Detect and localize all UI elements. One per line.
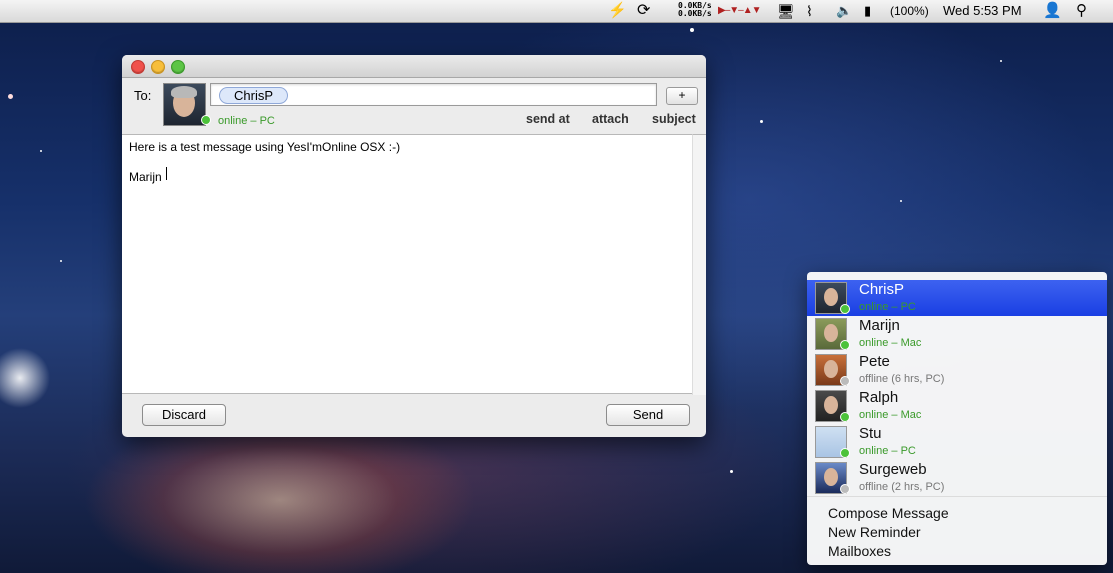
net-download: 0.0KB/s bbox=[678, 9, 712, 18]
contact-name: Pete bbox=[859, 353, 890, 370]
close-button[interactable] bbox=[131, 60, 145, 74]
message-line: Here is a test message using YesI'mOnlin… bbox=[129, 140, 401, 154]
sync-icon[interactable]: ⟳ bbox=[637, 0, 650, 22]
spotlight-search-icon[interactable]: ⚲ bbox=[1076, 0, 1087, 22]
mailboxes-item[interactable]: Mailboxes bbox=[828, 543, 891, 559]
contact-status: online – PC bbox=[859, 301, 916, 313]
star-decoration bbox=[8, 94, 13, 99]
star-decoration bbox=[1000, 60, 1002, 62]
to-label: To: bbox=[134, 88, 152, 103]
contacts-menu: ChrisP online – PC Marijn online – Mac Pete o… bbox=[807, 272, 1107, 565]
star-decoration bbox=[690, 28, 694, 32]
offline-clock-icon bbox=[840, 484, 850, 494]
activity-graph-icon[interactable]: ▶–▼–▲▼ bbox=[718, 0, 762, 22]
offline-clock-icon bbox=[840, 376, 850, 386]
user-icon[interactable]: 👤 bbox=[1043, 0, 1062, 22]
subject-link[interactable]: subject bbox=[652, 112, 696, 126]
contact-status: online – PC bbox=[859, 445, 916, 457]
online-status-icon bbox=[840, 448, 850, 458]
online-status-icon bbox=[840, 412, 850, 422]
volume-icon[interactable]: 🔈 bbox=[836, 0, 852, 22]
network-monitor[interactable]: 0.0KB/s 0.0KB/s bbox=[678, 2, 712, 18]
contact-row[interactable]: Stu online – PC bbox=[807, 424, 1107, 460]
star-decoration bbox=[40, 150, 42, 152]
star-decoration bbox=[60, 260, 62, 262]
lightning-icon[interactable]: ⚡ bbox=[608, 0, 627, 22]
message-line: Marijn bbox=[129, 170, 162, 184]
attach-link[interactable]: attach bbox=[592, 112, 629, 126]
discard-button[interactable]: Discard bbox=[142, 404, 226, 426]
contact-status: offline (6 hrs, PC) bbox=[859, 373, 945, 385]
new-reminder-item[interactable]: New Reminder bbox=[828, 524, 921, 540]
battery-percent[interactable]: (100%) bbox=[890, 0, 929, 22]
contact-row[interactable]: Marijn online – Mac bbox=[807, 316, 1107, 352]
text-caret bbox=[166, 167, 167, 180]
send-button[interactable]: Send bbox=[606, 404, 690, 426]
contact-row[interactable]: Ralph online – Mac bbox=[807, 388, 1107, 424]
add-recipient-button[interactable]: + bbox=[666, 87, 698, 105]
menu-bar: ⚡ ⟳ 0.0KB/s 0.0KB/s ▶–▼–▲▼ 🖥 ⌇ 🔈 ▮ (100%… bbox=[0, 0, 1113, 23]
window-titlebar[interactable] bbox=[122, 55, 706, 78]
recipient-token[interactable]: ChrisP bbox=[219, 87, 289, 104]
contact-row[interactable]: Surgeweb offline (2 hrs, PC) bbox=[807, 460, 1107, 496]
star-decoration bbox=[730, 470, 733, 473]
compose-message-item[interactable]: Compose Message bbox=[828, 505, 949, 521]
message-body[interactable]: Here is a test message using YesI'mOnlin… bbox=[122, 134, 692, 394]
contact-row[interactable]: Pete offline (6 hrs, PC) bbox=[807, 352, 1107, 388]
send-at-link[interactable]: send at bbox=[526, 112, 570, 126]
message-scrollbar[interactable] bbox=[692, 134, 706, 395]
star-decoration bbox=[760, 120, 763, 123]
contact-row[interactable]: ChrisP online – PC bbox=[807, 280, 1107, 316]
contact-name: Marijn bbox=[859, 317, 900, 334]
contact-name: Ralph bbox=[859, 389, 899, 406]
recipient-avatar bbox=[163, 83, 206, 126]
contact-name: ChrisP bbox=[859, 281, 905, 298]
star-decoration bbox=[900, 200, 902, 202]
recipient-status: online – PC bbox=[218, 115, 275, 127]
clock[interactable]: Wed 5:53 PM bbox=[943, 0, 1022, 22]
recipient-field[interactable]: ChrisP bbox=[210, 83, 657, 106]
battery-icon[interactable]: ▮ bbox=[864, 0, 871, 22]
contact-status: offline (2 hrs, PC) bbox=[859, 481, 945, 493]
contact-name: Surgeweb bbox=[859, 461, 927, 478]
contact-status: online – Mac bbox=[859, 409, 922, 421]
menu-separator bbox=[807, 496, 1107, 497]
online-status-icon bbox=[201, 115, 211, 125]
compose-window: To: ChrisP + online – PC send at attach … bbox=[122, 55, 706, 437]
wifi-icon[interactable]: ⌇ bbox=[806, 0, 813, 22]
contact-status: online – Mac bbox=[859, 337, 922, 349]
minimize-button[interactable] bbox=[151, 60, 165, 74]
contact-name: Stu bbox=[859, 425, 882, 442]
online-status-icon bbox=[840, 340, 850, 350]
zoom-button[interactable] bbox=[171, 60, 185, 74]
display-icon[interactable]: 🖥 bbox=[777, 0, 795, 22]
online-status-icon bbox=[840, 304, 850, 314]
